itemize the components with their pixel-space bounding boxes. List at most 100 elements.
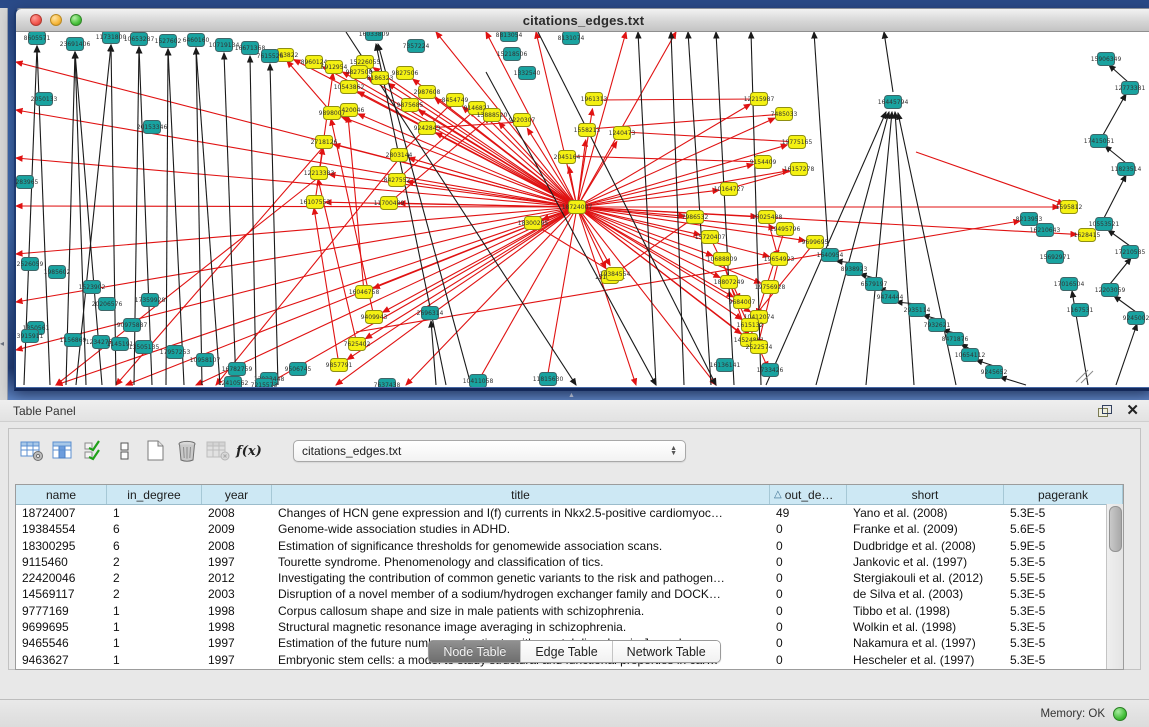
graph-node[interactable]: 16033809 — [359, 32, 390, 41]
graph-node[interactable]: 10688809 — [707, 253, 738, 266]
graph-node[interactable]: 1961313 — [581, 93, 608, 106]
network-canvas[interactable]: 1872400774638228960124591295415226055982… — [16, 32, 1149, 387]
table-selector-dropdown[interactable]: citations_edges.txt ▲▼ — [293, 440, 686, 462]
graph-node[interactable]: 8605571 — [24, 32, 51, 45]
table-row[interactable]: 1938455462009Genome-wide association stu… — [16, 521, 1123, 537]
citation-network-graph[interactable]: 1872400774638228960124591295415226055982… — [16, 32, 1149, 387]
graph-node[interactable]: 18807249 — [714, 276, 745, 289]
panel-divider-handle[interactable]: ▲ — [568, 392, 575, 399]
graph-node[interactable]: 9245652 — [981, 366, 1008, 379]
close-icon[interactable]: ✕ — [1126, 404, 1139, 418]
graph-node[interactable]: 9699695 — [802, 236, 829, 249]
graph-node[interactable]: 2526059 — [17, 258, 44, 271]
column-header-name[interactable]: name — [16, 485, 107, 504]
show-columns-icon[interactable] — [50, 438, 76, 464]
table-row[interactable]: 1456911722003Disruption of a novel membe… — [16, 586, 1123, 602]
tab-edge-table[interactable]: Edge Table — [520, 641, 611, 662]
graph-node[interactable]: 1527602 — [155, 35, 182, 48]
column-header-in_degree[interactable]: in_degree — [107, 485, 202, 504]
graph-node[interactable]: 8938923 — [841, 263, 868, 276]
graph-node[interactable]: 9857791 — [326, 359, 353, 372]
table-row[interactable]: 969969511998Structural magnetic resonanc… — [16, 619, 1123, 635]
graph-node[interactable]: 12215987 — [744, 93, 775, 106]
delete-table-icon[interactable] — [205, 438, 231, 464]
column-header-year[interactable]: year — [202, 485, 272, 504]
graph-node[interactable]: 16157278 — [784, 163, 815, 176]
tab-network-table[interactable]: Network Table — [612, 641, 720, 662]
graph-node[interactable]: 9154409 — [750, 156, 777, 169]
graph-node[interactable]: 10958107 — [190, 354, 221, 367]
graph-node[interactable]: 9245002 — [1123, 312, 1149, 325]
graph-node[interactable]: 12213383 — [304, 167, 335, 180]
delete-column-icon[interactable] — [174, 438, 200, 464]
graph-node[interactable]: 8813054 — [496, 32, 523, 42]
graph-node[interactable]: 10653287 — [124, 33, 155, 46]
graph-node[interactable]: 9506745 — [285, 363, 312, 376]
graph-node[interactable]: 9220307 — [509, 114, 536, 127]
table-row[interactable]: 1872400712008Changes of HCN gene express… — [16, 505, 1123, 521]
new-column-icon[interactable] — [143, 438, 169, 464]
graph-node[interactable]: 15906349 — [1091, 53, 1122, 66]
control-panel-splitter[interactable]: ◂ — [0, 8, 8, 400]
column-header-pagerank[interactable]: pagerank — [1004, 485, 1123, 504]
graph-node[interactable]: 1167531 — [1067, 304, 1094, 317]
graph-node[interactable]: 10411058 — [463, 375, 494, 388]
graph-node[interactable]: 6579197 — [861, 278, 888, 291]
select-all-icon[interactable] — [81, 438, 107, 464]
graph-node[interactable]: 19495796 — [770, 223, 801, 236]
graph-node[interactable]: 1558213 — [574, 124, 601, 137]
scrollbar-thumb[interactable] — [1109, 506, 1122, 552]
graph-node[interactable]: 11700489 — [374, 197, 405, 210]
float-window-icon[interactable] — [1098, 405, 1112, 417]
graph-node[interactable]: 10654112 — [955, 349, 986, 362]
graph-node[interactable]: 11731800 — [96, 32, 127, 44]
graph-node[interactable]: 19775165 — [782, 136, 813, 149]
graph-node[interactable]: 6460160 — [183, 34, 210, 47]
graph-node[interactable]: 9827506 — [392, 67, 419, 80]
graph-node[interactable]: 1332540 — [514, 67, 541, 80]
column-header-title[interactable]: title — [272, 485, 770, 504]
memory-ok-indicator[interactable] — [1113, 707, 1127, 721]
graph-node[interactable]: 17359928 — [135, 294, 166, 307]
table-row[interactable]: 911546021997Tourette syndrome. Phenomeno… — [16, 554, 1123, 570]
graph-node[interactable]: 2045164 — [554, 151, 581, 164]
graph-node[interactable]: 16782759 — [222, 363, 253, 376]
graph-node[interactable]: 17415051 — [1084, 135, 1115, 148]
graph-node[interactable]: 8131074 — [558, 32, 585, 45]
network-window-titlebar[interactable]: citations_edges.txt — [16, 9, 1149, 32]
graph-node[interactable]: 2987608 — [414, 86, 441, 99]
graph-node[interactable]: 90975887 — [117, 319, 148, 332]
splitter-collapse-icon[interactable]: ◂ — [0, 340, 4, 348]
graph-node[interactable]: 2718126 — [311, 136, 338, 149]
graph-node[interactable]: 7637438 — [374, 379, 401, 388]
graph-node[interactable]: 10164727 — [714, 183, 745, 196]
graph-node[interactable]: 7625402 — [344, 338, 371, 351]
graph-node[interactable]: 17210585 — [1115, 246, 1146, 259]
graph-node[interactable]: 1283965 — [16, 176, 39, 189]
graph-node[interactable]: 2935114 — [904, 304, 931, 317]
column-header-short[interactable]: short — [847, 485, 1004, 504]
graph-node[interactable]: 11815630 — [533, 373, 564, 386]
graph-node[interactable]: 16445794 — [878, 96, 909, 109]
graph-node[interactable]: 1985602 — [44, 266, 71, 279]
graph-node[interactable]: 9474444 — [877, 291, 904, 304]
table-row[interactable]: 977716911998Corpus callosum shape and si… — [16, 603, 1123, 619]
graph-node[interactable]: 15692971 — [1040, 251, 1071, 264]
graph-node[interactable]: 15720407 — [695, 231, 726, 244]
graph-node[interactable]: 7357224 — [403, 40, 430, 53]
graph-node[interactable]: 12773381 — [1115, 82, 1146, 95]
graph-node[interactable]: 12410562 — [218, 377, 249, 388]
graph-node[interactable]: 11823514 — [1111, 163, 1142, 176]
column-header-out_de[interactable]: △out_de… — [770, 485, 847, 504]
graph-node[interactable]: 15218506 — [497, 48, 528, 61]
function-builder-icon[interactable]: f(x) — [236, 438, 262, 464]
graph-node[interactable]: 1156869 — [60, 334, 87, 347]
table-row[interactable]: 2242004622012Investigating the contribut… — [16, 570, 1123, 586]
graph-node[interactable]: 16136141 — [710, 359, 741, 372]
tab-node-table[interactable]: Node Table — [429, 641, 520, 662]
table-mode-icon[interactable] — [19, 438, 45, 464]
graph-node[interactable]: 17016504 — [1054, 278, 1085, 291]
row-height-icon[interactable] — [112, 438, 138, 464]
table-row[interactable]: 1830029562008Estimation of significance … — [16, 538, 1123, 554]
graph-node[interactable]: 12203059 — [1095, 284, 1126, 297]
